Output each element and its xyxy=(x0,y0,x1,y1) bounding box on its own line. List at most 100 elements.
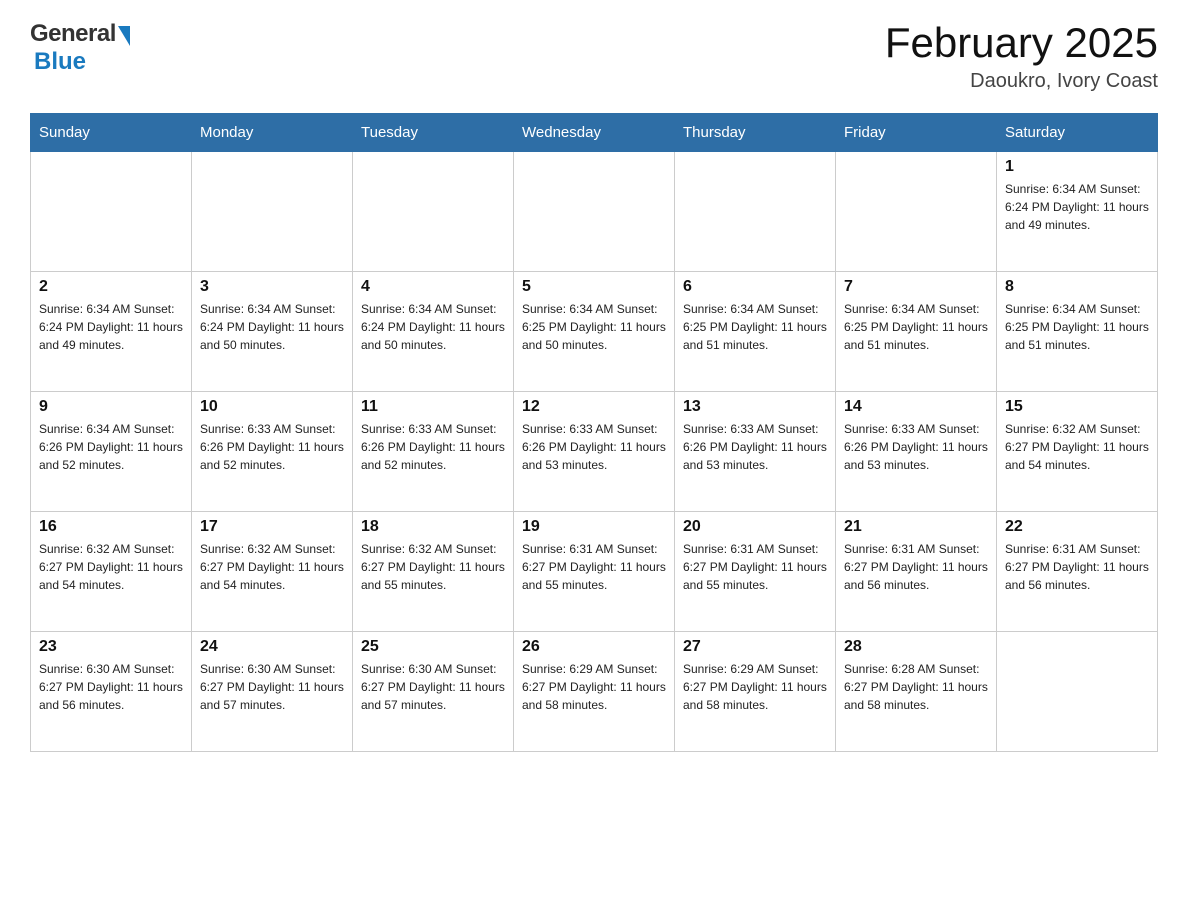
calendar-cell: 1Sunrise: 6:34 AM Sunset: 6:24 PM Daylig… xyxy=(997,152,1158,272)
weekday-header-saturday: Saturday xyxy=(997,114,1158,152)
day-number: 27 xyxy=(683,638,827,656)
day-number: 16 xyxy=(39,518,183,536)
day-info: Sunrise: 6:30 AM Sunset: 6:27 PM Dayligh… xyxy=(361,660,505,714)
day-info: Sunrise: 6:33 AM Sunset: 6:26 PM Dayligh… xyxy=(200,420,344,474)
weekday-header-tuesday: Tuesday xyxy=(353,114,514,152)
day-info: Sunrise: 6:33 AM Sunset: 6:26 PM Dayligh… xyxy=(361,420,505,474)
day-number: 20 xyxy=(683,518,827,536)
calendar-cell: 4 Sunrise: 6:34 AM Sunset: 6:24 PM Daylig… xyxy=(353,272,514,392)
page-header: General Blue February 2025 Daoukro, Ivor… xyxy=(30,20,1158,93)
day-number: 22 xyxy=(1005,518,1149,536)
calendar-cell: 23 Sunrise: 6:30 AM Sunset: 6:27 PM Dayli… xyxy=(31,632,192,752)
calendar-cell: 25 Sunrise: 6:30 AM Sunset: 6:27 PM Dayli… xyxy=(353,632,514,752)
day-info: Sunrise: 6:31 AM Sunset: 6:27 PM Dayligh… xyxy=(844,540,988,594)
weekday-header-sunday: Sunday xyxy=(31,114,192,152)
calendar-cell: 2 Sunrise: 6:34 AM Sunset: 6:24 PM Daylig… xyxy=(31,272,192,392)
day-info: Sunrise: 6:29 AM Sunset: 6:27 PM Dayligh… xyxy=(522,660,666,714)
logo: General Blue xyxy=(30,20,130,76)
day-number: 19 xyxy=(522,518,666,536)
calendar-cell: 7 Sunrise: 6:34 AM Sunset: 6:25 PM Daylig… xyxy=(836,272,997,392)
calendar-cell: 24 Sunrise: 6:30 AM Sunset: 6:27 PM Dayli… xyxy=(192,632,353,752)
calendar-title: February 2025 xyxy=(885,20,1158,66)
day-number: 10 xyxy=(200,398,344,416)
day-number: 7 xyxy=(844,278,988,296)
calendar-table: SundayMondayTuesdayWednesdayThursdayFrid… xyxy=(30,113,1158,752)
calendar-cell: 28 Sunrise: 6:28 AM Sunset: 6:27 PM Dayli… xyxy=(836,632,997,752)
day-info: Sunrise: 6:31 AM Sunset: 6:27 PM Dayligh… xyxy=(683,540,827,594)
calendar-week-row: 16 Sunrise: 6:32 AM Sunset: 6:27 PM Dayli… xyxy=(31,512,1158,632)
calendar-cell: 17 Sunrise: 6:32 AM Sunset: 6:27 PM Dayli… xyxy=(192,512,353,632)
logo-general-text: General xyxy=(30,20,116,48)
day-info: Sunrise: 6:34 AM Sunset: 6:25 PM Dayligh… xyxy=(844,300,988,354)
weekday-header-wednesday: Wednesday xyxy=(514,114,675,152)
day-info: Sunrise: 6:31 AM Sunset: 6:27 PM Dayligh… xyxy=(522,540,666,594)
logo-arrow-icon xyxy=(118,26,130,46)
title-block: February 2025 Daoukro, Ivory Coast xyxy=(885,20,1158,93)
day-number: 17 xyxy=(200,518,344,536)
calendar-cell xyxy=(31,152,192,272)
calendar-cell: 8 Sunrise: 6:34 AM Sunset: 6:25 PM Daylig… xyxy=(997,272,1158,392)
logo-blue-text: Blue xyxy=(34,48,86,75)
calendar-cell xyxy=(997,632,1158,752)
calendar-cell: 9 Sunrise: 6:34 AM Sunset: 6:26 PM Daylig… xyxy=(31,392,192,512)
day-info: Sunrise: 6:34 AM Sunset: 6:25 PM Dayligh… xyxy=(683,300,827,354)
day-info: Sunrise: 6:32 AM Sunset: 6:27 PM Dayligh… xyxy=(39,540,183,594)
day-number: 15 xyxy=(1005,398,1149,416)
day-info: Sunrise: 6:31 AM Sunset: 6:27 PM Dayligh… xyxy=(1005,540,1149,594)
day-number: 11 xyxy=(361,398,505,416)
weekday-header-monday: Monday xyxy=(192,114,353,152)
calendar-week-row: 9 Sunrise: 6:34 AM Sunset: 6:26 PM Daylig… xyxy=(31,392,1158,512)
calendar-week-row: 23 Sunrise: 6:30 AM Sunset: 6:27 PM Dayli… xyxy=(31,632,1158,752)
day-number: 14 xyxy=(844,398,988,416)
calendar-cell: 21 Sunrise: 6:31 AM Sunset: 6:27 PM Dayli… xyxy=(836,512,997,632)
day-info: Sunrise: 6:32 AM Sunset: 6:27 PM Dayligh… xyxy=(361,540,505,594)
calendar-cell: 16 Sunrise: 6:32 AM Sunset: 6:27 PM Dayli… xyxy=(31,512,192,632)
calendar-cell: 19 Sunrise: 6:31 AM Sunset: 6:27 PM Dayli… xyxy=(514,512,675,632)
calendar-cell: 15 Sunrise: 6:32 AM Sunset: 6:27 PM Dayli… xyxy=(997,392,1158,512)
calendar-week-row: 2 Sunrise: 6:34 AM Sunset: 6:24 PM Daylig… xyxy=(31,272,1158,392)
day-number: 3 xyxy=(200,278,344,296)
day-info: Sunrise: 6:32 AM Sunset: 6:27 PM Dayligh… xyxy=(1005,420,1149,474)
day-number: 26 xyxy=(522,638,666,656)
day-info: Sunrise: 6:32 AM Sunset: 6:27 PM Dayligh… xyxy=(200,540,344,594)
calendar-cell: 5Sunrise: 6:34 AM Sunset: 6:25 PM Daylig… xyxy=(514,272,675,392)
day-number: 1 xyxy=(1005,158,1149,176)
day-number: 8 xyxy=(1005,278,1149,296)
day-info: Sunrise: 6:33 AM Sunset: 6:26 PM Dayligh… xyxy=(522,420,666,474)
day-info: Sunrise: 6:34 AM Sunset: 6:24 PM Dayligh… xyxy=(361,300,505,354)
day-info: Sunrise: 6:34 AM Sunset: 6:24 PM Dayligh… xyxy=(200,300,344,354)
calendar-cell xyxy=(836,152,997,272)
day-info: Sunrise: 6:34 AM Sunset: 6:25 PM Dayligh… xyxy=(1005,300,1149,354)
day-number: 25 xyxy=(361,638,505,656)
day-number: 2 xyxy=(39,278,183,296)
day-number: 9 xyxy=(39,398,183,416)
day-number: 13 xyxy=(683,398,827,416)
calendar-cell xyxy=(192,152,353,272)
day-number: 18 xyxy=(361,518,505,536)
calendar-cell: 27Sunrise: 6:29 AM Sunset: 6:27 PM Dayli… xyxy=(675,632,836,752)
calendar-cell xyxy=(514,152,675,272)
day-number: 28 xyxy=(844,638,988,656)
calendar-cell: 14 Sunrise: 6:33 AM Sunset: 6:26 PM Dayli… xyxy=(836,392,997,512)
day-number: 24 xyxy=(200,638,344,656)
day-info: Sunrise: 6:34 AM Sunset: 6:24 PM Dayligh… xyxy=(39,300,183,354)
day-info: Sunrise: 6:34 AM Sunset: 6:26 PM Dayligh… xyxy=(39,420,183,474)
calendar-week-row: 1Sunrise: 6:34 AM Sunset: 6:24 PM Daylig… xyxy=(31,152,1158,272)
calendar-cell: 18 Sunrise: 6:32 AM Sunset: 6:27 PM Dayli… xyxy=(353,512,514,632)
calendar-cell: 20 Sunrise: 6:31 AM Sunset: 6:27 PM Dayli… xyxy=(675,512,836,632)
calendar-cell: 6Sunrise: 6:34 AM Sunset: 6:25 PM Daylig… xyxy=(675,272,836,392)
day-info: Sunrise: 6:34 AM Sunset: 6:25 PM Dayligh… xyxy=(522,300,666,354)
day-number: 21 xyxy=(844,518,988,536)
calendar-cell: 22 Sunrise: 6:31 AM Sunset: 6:27 PM Dayli… xyxy=(997,512,1158,632)
day-info: Sunrise: 6:30 AM Sunset: 6:27 PM Dayligh… xyxy=(39,660,183,714)
day-number: 23 xyxy=(39,638,183,656)
calendar-cell: 3 Sunrise: 6:34 AM Sunset: 6:24 PM Daylig… xyxy=(192,272,353,392)
calendar-cell: 10 Sunrise: 6:33 AM Sunset: 6:26 PM Dayli… xyxy=(192,392,353,512)
day-info: Sunrise: 6:30 AM Sunset: 6:27 PM Dayligh… xyxy=(200,660,344,714)
weekday-header-friday: Friday xyxy=(836,114,997,152)
day-info: Sunrise: 6:33 AM Sunset: 6:26 PM Dayligh… xyxy=(844,420,988,474)
calendar-cell: 13Sunrise: 6:33 AM Sunset: 6:26 PM Dayli… xyxy=(675,392,836,512)
calendar-cell xyxy=(353,152,514,272)
day-info: Sunrise: 6:28 AM Sunset: 6:27 PM Dayligh… xyxy=(844,660,988,714)
day-number: 4 xyxy=(361,278,505,296)
